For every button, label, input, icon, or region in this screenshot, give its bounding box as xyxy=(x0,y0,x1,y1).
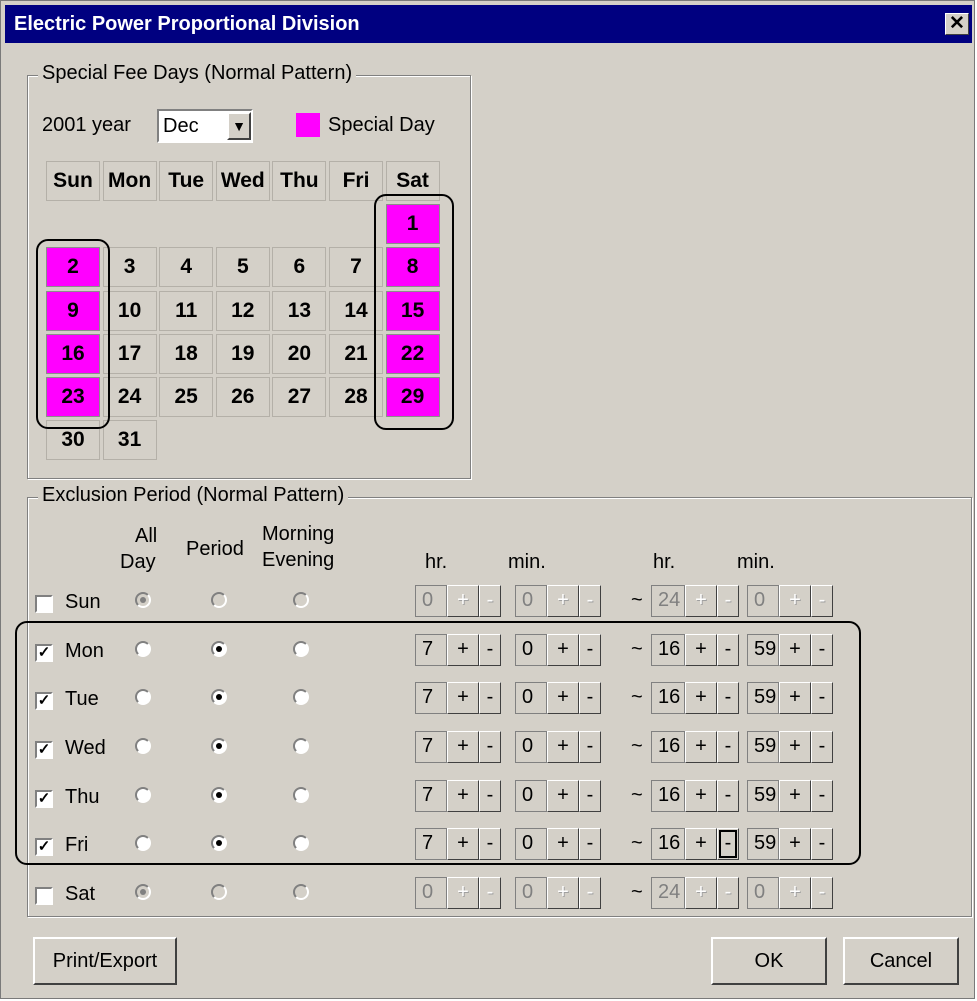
calendar-day[interactable]: 11 xyxy=(159,290,214,331)
year-label: 2001 year xyxy=(42,114,131,136)
weekday-header-thu: Thu xyxy=(272,161,327,201)
col-period: Period xyxy=(186,538,244,560)
hr-label-end: hr. xyxy=(653,551,676,573)
calendar-day[interactable]: 13 xyxy=(272,290,327,331)
callout-saturdays xyxy=(374,194,454,430)
calendar-day[interactable]: 18 xyxy=(159,333,214,374)
title-bar[interactable]: Electric Power Proportional Division ✕ xyxy=(5,5,972,43)
month-dropdown[interactable]: Dec ▼ xyxy=(157,109,253,143)
callout-sundays xyxy=(36,239,110,429)
spin-field-sm-sun: 0 xyxy=(515,585,547,617)
close-icon[interactable]: ✕ xyxy=(945,13,969,35)
plus-button-sh-sun: + xyxy=(447,585,479,617)
plus-button-sm-sun: + xyxy=(547,585,579,617)
min-label-start: min. xyxy=(508,551,546,573)
plus-button-eh-sun: + xyxy=(685,585,717,617)
calendar-day[interactable]: 20 xyxy=(272,333,327,374)
ok-button[interactable]: OK xyxy=(711,937,827,985)
cancel-button[interactable]: Cancel xyxy=(843,937,959,985)
radio-morning-sun[interactable] xyxy=(293,592,309,608)
calendar-day[interactable]: 24 xyxy=(102,377,157,417)
minus-button-em-sat: - xyxy=(811,877,833,909)
min-label-end: min. xyxy=(737,551,775,573)
calendar-day[interactable]: 12 xyxy=(215,290,270,331)
calendar-day[interactable]: 5 xyxy=(215,247,270,288)
minus-button-sm-sat: - xyxy=(579,877,601,909)
minus-button-em-sun: - xyxy=(811,585,833,617)
weekday-header-tue: Tue xyxy=(159,161,214,201)
weekday-header-mon: Mon xyxy=(102,161,157,201)
calendar-day[interactable]: 27 xyxy=(272,377,327,417)
window-title: Electric Power Proportional Division xyxy=(14,13,360,35)
calendar-day[interactable]: 26 xyxy=(215,377,270,417)
radio-period-sat[interactable] xyxy=(211,884,227,900)
print-export-button[interactable]: Print/Export xyxy=(33,937,177,985)
minus-button-sm-sun: - xyxy=(579,585,601,617)
exclusion-legend: Exclusion Period (Normal Pattern) xyxy=(38,484,349,507)
col-morning-2: Evening xyxy=(262,549,335,571)
calendar-day[interactable]: 25 xyxy=(159,377,214,417)
checkbox-sun[interactable] xyxy=(35,595,53,613)
col-allday-1: All xyxy=(135,525,158,547)
weekday-header-fri: Fri xyxy=(329,161,383,201)
calendar-day[interactable]: 19 xyxy=(215,333,270,374)
col-allday-2: Day xyxy=(120,551,156,573)
calendar-day[interactable]: 4 xyxy=(159,247,214,288)
month-value: Dec xyxy=(163,115,199,137)
plus-button-sm-sat: + xyxy=(547,877,579,909)
plus-button-em-sat: + xyxy=(779,877,811,909)
hr-label-start: hr. xyxy=(425,551,448,573)
spin-field-em-sat: 0 xyxy=(747,877,779,909)
dialog-window: Electric Power Proportional Division ✕ S… xyxy=(0,0,975,999)
calendar-day[interactable]: 10 xyxy=(102,290,157,331)
col-morning-1: Morning xyxy=(262,523,335,545)
calendar-day[interactable]: 17 xyxy=(102,333,157,374)
special-fee-legend: Special Fee Days (Normal Pattern) xyxy=(38,62,357,85)
special-day-label: Special Day xyxy=(328,114,435,136)
plus-button-eh-sat: + xyxy=(685,877,717,909)
checkbox-sat[interactable] xyxy=(35,887,53,905)
calendar-day[interactable]: 3 xyxy=(102,247,157,288)
minus-button-eh-sat: - xyxy=(717,877,739,909)
day-label-sun: Sun xyxy=(65,591,101,613)
plus-button-sh-sat: + xyxy=(447,877,479,909)
calendar-day[interactable]: 6 xyxy=(272,247,327,288)
radio-allday-sun[interactable] xyxy=(135,592,151,608)
minus-button-sh-sun: - xyxy=(479,585,501,617)
spin-field-sh-sat: 0 xyxy=(415,877,447,909)
radio-period-sun[interactable] xyxy=(211,592,227,608)
spin-field-em-sun: 0 xyxy=(747,585,779,617)
calendar-day[interactable]: 31 xyxy=(102,420,157,461)
weekday-header-sun: Sun xyxy=(46,161,100,201)
minus-button-sh-sat: - xyxy=(479,877,501,909)
radio-dot xyxy=(140,889,146,895)
radio-dot xyxy=(140,597,146,603)
spin-field-eh-sun: 24 xyxy=(651,585,685,617)
special-day-swatch xyxy=(296,113,320,137)
weekday-header-wed: Wed xyxy=(215,161,270,201)
chevron-down-icon[interactable]: ▼ xyxy=(227,112,251,140)
tilde-separator: ~ xyxy=(631,589,643,611)
day-label-sat: Sat xyxy=(65,883,96,905)
callout-weekdays xyxy=(15,621,861,865)
radio-allday-sat[interactable] xyxy=(135,884,151,900)
spin-field-eh-sat: 24 xyxy=(651,877,685,909)
tilde-separator: ~ xyxy=(631,881,643,903)
spin-field-sh-sun: 0 xyxy=(415,585,447,617)
plus-button-em-sun: + xyxy=(779,585,811,617)
minus-button-eh-sun: - xyxy=(717,585,739,617)
radio-morning-sat[interactable] xyxy=(293,884,309,900)
spin-field-sm-sat: 0 xyxy=(515,877,547,909)
